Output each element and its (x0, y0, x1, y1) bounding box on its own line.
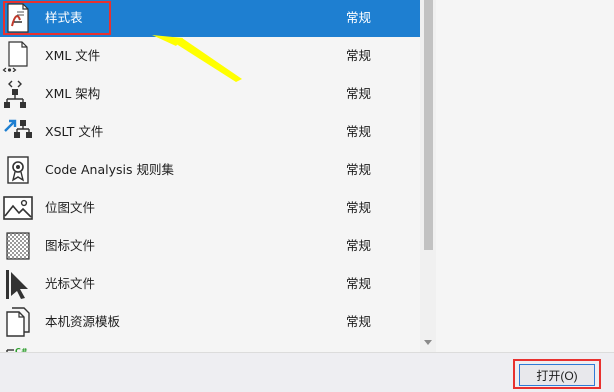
item-name: 本机资源模板 (45, 314, 121, 329)
ruleset-icon (2, 154, 34, 186)
list-item-bitmap-file[interactable]: 位图文件 常规 (0, 189, 420, 227)
open-button[interactable]: 打开(O) (519, 364, 595, 386)
xml-schema-icon (2, 78, 34, 110)
item-name: 光标文件 (45, 276, 96, 291)
item-name: XSLT 文件 (45, 124, 104, 139)
description-panel (436, 0, 614, 352)
item-type: 常规 (346, 86, 372, 101)
icon-file-icon (2, 230, 34, 262)
xslt-file-icon (2, 116, 34, 148)
item-type: 常规 (346, 10, 372, 25)
item-type: 常规 (346, 48, 372, 63)
item-name: 样式表 (45, 10, 83, 25)
scroll-down-arrow-icon[interactable] (424, 340, 432, 345)
list-item-icon-file[interactable]: 图标文件 常规 (0, 227, 420, 265)
list-item-stylesheet[interactable]: 样式表 常规 (0, 0, 420, 37)
item-type: 常规 (346, 314, 372, 329)
cursor-file-icon (2, 268, 34, 300)
item-type: 常规 (346, 238, 372, 253)
file-type-list: 样式表 常规 XML 文件 常规 XML 架构 常规 XSLT 文件 常规 Co… (0, 0, 420, 352)
xml-file-icon (2, 40, 34, 73)
item-name: XML 架构 (45, 86, 101, 101)
list-item-xml-file[interactable]: XML 文件 常规 (0, 37, 420, 75)
bitmap-icon (2, 192, 34, 224)
item-type: 常规 (346, 162, 372, 177)
list-item-csharp-file[interactable]: C# (0, 341, 420, 352)
csharp-file-icon: C# (2, 344, 34, 352)
item-name: XML 文件 (45, 48, 101, 63)
item-name: 位图文件 (45, 200, 96, 215)
stylesheet-icon (2, 2, 34, 34)
list-item-xslt-file[interactable]: XSLT 文件 常规 (0, 113, 420, 151)
item-type: 常规 (346, 124, 372, 139)
item-name: Code Analysis 规则集 (45, 162, 174, 177)
list-item-xml-schema[interactable]: XML 架构 常规 (0, 75, 420, 113)
item-type: 常规 (346, 276, 372, 291)
list-item-cursor-file[interactable]: 光标文件 常规 (0, 265, 420, 303)
list-item-resource-template[interactable]: 本机资源模板 常规 (0, 303, 420, 341)
item-name: 图标文件 (45, 238, 96, 253)
resource-template-icon (2, 306, 34, 338)
scrollbar-thumb[interactable] (424, 0, 433, 250)
item-type: 常规 (346, 200, 372, 215)
list-item-code-analysis-ruleset[interactable]: Code Analysis 规则集 常规 (0, 151, 420, 189)
